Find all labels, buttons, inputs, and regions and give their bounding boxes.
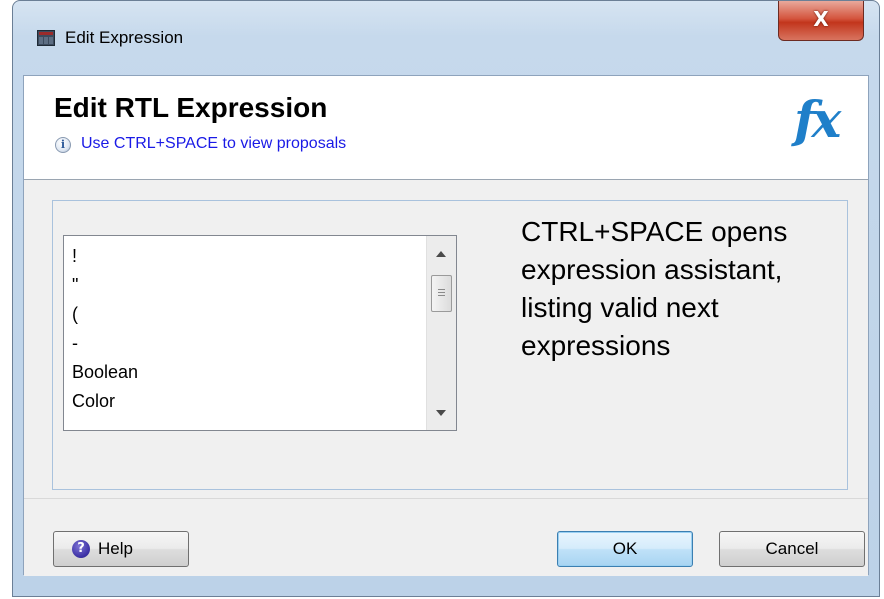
list-item[interactable]: Boolean [72,358,138,387]
list-item[interactable]: " [72,271,138,300]
dialog-client-area: Edit RTL Expression i Use CTRL+SPACE to … [23,75,869,576]
help-label: Help [98,539,133,558]
list-item[interactable]: ( [72,300,138,329]
annotation-text: CTRL+SPACE opens expression assistant, l… [521,216,788,361]
fx-function-icon: fx [794,90,841,149]
info-icon: i [55,137,71,153]
list-item[interactable]: Color [72,387,138,416]
scrollbar-thumb[interactable] [431,275,452,312]
scroll-up-arrow-icon[interactable] [436,251,446,257]
help-icon: ? [72,540,90,558]
proposal-list[interactable]: ! " ( - Boolean Color [63,235,457,431]
vertical-scrollbar[interactable] [426,236,456,430]
dialog-window: Edit Expression X Edit RTL Expression i … [12,0,880,597]
dialog-heading: Edit RTL Expression [54,92,328,123]
title-bar[interactable]: Edit Expression X [13,1,879,75]
cancel-button[interactable]: Cancel [719,531,865,567]
dialog-footer: ? Help OK Cancel [24,498,868,576]
dialog-header: Edit RTL Expression i Use CTRL+SPACE to … [24,76,868,180]
list-item[interactable]: ! [72,242,138,271]
ok-button[interactable]: OK [557,531,693,567]
app-window-icon [37,30,55,46]
help-button[interactable]: ? Help [53,531,189,567]
expression-body: ! " ( - Boolean Color CTRL+SPACE opens e… [24,180,868,498]
proposal-hint: Use CTRL+SPACE to view proposals [81,135,347,152]
close-button[interactable]: X [778,1,864,41]
list-item[interactable]: - [72,329,138,358]
window-title: Edit Expression [65,28,184,47]
scroll-down-arrow-icon[interactable] [436,410,446,416]
